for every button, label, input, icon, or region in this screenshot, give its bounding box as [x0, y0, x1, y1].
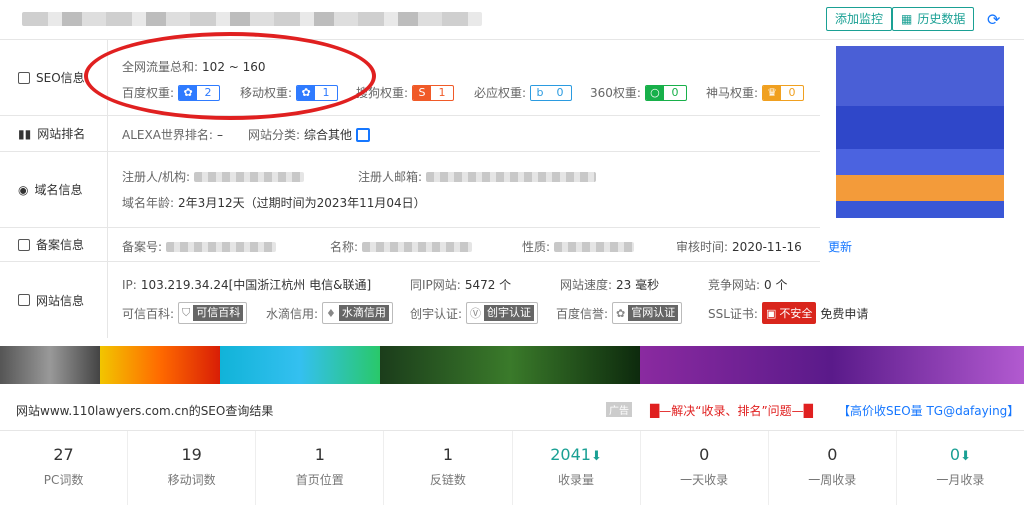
registrant-blurred: [194, 171, 305, 182]
stat-week-indexed[interactable]: 0 一周收录: [769, 431, 897, 505]
site-info-row: 网站信息 IP: 103.219.34.24[中国浙江杭州 电信&联通] 同IP网…: [0, 262, 868, 338]
document-icon: [18, 71, 30, 84]
icp-nature-blurred: [554, 241, 635, 252]
domain-age: 域名年龄: 2年3月12天（过期时间为2023年11月04日）: [122, 196, 426, 210]
sogou-weight-badge[interactable]: S1: [412, 84, 455, 101]
down-arrow-icon: ⬇: [960, 449, 971, 464]
stat-home-position[interactable]: 1 首页位置: [256, 431, 385, 505]
site-rank-label: ▮▮ 网站排名: [0, 116, 108, 151]
ssl-badge[interactable]: ▣ 不安全: [761, 302, 817, 324]
baidu-credit-badge[interactable]: ✿ 官网认证: [612, 302, 683, 324]
icp-name: 名称:: [330, 238, 473, 255]
ssl-cert: SSL证书: ▣ 不安全 免费申请: [708, 302, 868, 324]
domain-info-label: ◉ 域名信息: [0, 152, 108, 227]
360-icon: ○: [645, 85, 664, 100]
drop-icon: ♦: [326, 306, 336, 320]
ssl-apply-link[interactable]: 免费申请: [820, 305, 868, 322]
bing-weight-badge[interactable]: b0: [530, 84, 573, 101]
icp-name-blurred: [362, 241, 473, 252]
site-title-blurred: [22, 12, 482, 26]
bar-chart-icon: ▮▮: [18, 126, 32, 141]
red-circle-annotation: [84, 32, 376, 120]
ad-link-blue[interactable]: 【高价收SEO量 TG@dafaying】: [838, 402, 1019, 419]
edit-icon[interactable]: [356, 127, 371, 142]
trust-baike-badge[interactable]: ⛉ 可信百科: [178, 302, 248, 324]
trust-baike: 可信百科: ⛉ 可信百科: [122, 302, 248, 324]
calendar-icon: ▦: [901, 12, 913, 26]
add-monitor-button[interactable]: 添加监控: [826, 7, 893, 31]
icp-info-label: 备案信息: [0, 228, 108, 261]
icp-number: 备案号:: [122, 238, 277, 255]
icp-info-row: 备案信息 备案号: 名称: 性质: 审核时间: 2020-11-16 更新: [0, 228, 852, 262]
seo-stats: 27 PC词数 19 移动词数 1 首页位置 1 反链数 2041⬇ 收录量 0 一天收录 …: [0, 430, 1024, 505]
chuangyu-cert: 创宇认证: Ⓥ 创宇认证: [410, 302, 539, 324]
weight-360: 360权重: ○ 0: [590, 84, 687, 101]
alexa-rank: ALEXA世界排名: –: [122, 127, 223, 143]
site-rank-row: ▮▮ 网站排名 ALEXA世界排名: – 网站分类: 综合其他: [0, 116, 820, 152]
registrant-email: 注册人邮箱:: [358, 168, 597, 185]
v-icon: Ⓥ: [470, 307, 482, 320]
domain-info-row: ◉ 域名信息 注册人/机构: 注册人邮箱: 域名年龄: 2年3月12天（过期时间为2…: [0, 152, 820, 228]
ad-banner-blurred[interactable]: [0, 346, 1024, 384]
shield-icon: ⛉: [182, 306, 191, 319]
seo-result-title: 网站www.110lawyers.com.cn的SEO查询结果: [16, 404, 274, 418]
shenma-icon: ♛: [763, 85, 782, 100]
same-ip-sites: 同IP网站: 5472 个: [410, 278, 512, 292]
stat-backlinks[interactable]: 1 反链数: [384, 431, 513, 505]
competitor-sites: 竞争网站: 0 个: [708, 278, 788, 292]
stat-day-indexed[interactable]: 0 一天收录: [641, 431, 769, 505]
sogou-icon: S: [413, 85, 432, 100]
registrant: 注册人/机构:: [122, 168, 305, 185]
icp-more-link[interactable]: 更新: [828, 238, 852, 255]
360-weight-badge[interactable]: ○ 0: [644, 84, 687, 101]
icp-nature: 性质:: [522, 238, 635, 255]
baidu-credit: 百度信誉: ✿ 官网认证: [556, 302, 683, 324]
chuangyu-badge[interactable]: Ⓥ 创宇认证: [466, 302, 539, 324]
document-icon: [18, 294, 30, 306]
shenma-weight-badge[interactable]: ♛ 0: [762, 84, 805, 101]
email-blurred: [426, 171, 597, 182]
site-info-label: 网站信息: [0, 262, 108, 338]
top-bar: 添加监控 ▦ 历史数据 ⟳: [0, 0, 1024, 40]
bing-icon: b: [531, 85, 550, 100]
stat-pc-words[interactable]: 27 PC词数: [0, 431, 129, 505]
icp-review-time: 审核时间: 2020-11-16: [676, 239, 802, 255]
www-icon: ◉: [18, 182, 29, 197]
water-credit-badge[interactable]: ♦ 水滴信用: [322, 302, 393, 324]
history-data-button[interactable]: ▦ 历史数据: [892, 7, 975, 31]
site-category: 网站分类: 综合其他: [248, 126, 371, 143]
stat-indexed[interactable]: 2041⬇ 收录量: [513, 431, 641, 505]
water-credit: 水滴信用: ♦ 水滴信用: [266, 302, 393, 324]
weight-shenma: 神马权重: ♛ 0: [706, 84, 805, 101]
ad-link-red[interactable]: █—解决“收录、排名”问题—█: [650, 402, 813, 419]
icp-number-blurred: [166, 241, 277, 252]
stat-mobile-words[interactable]: 19 移动词数: [128, 431, 257, 505]
refresh-icon[interactable]: ⟳: [987, 10, 1000, 29]
history-label: 历史数据: [917, 12, 966, 26]
site-screenshot-blurred: [836, 46, 1004, 218]
down-arrow-icon: ⬇: [590, 449, 602, 464]
ssl-lock-icon: ▣: [765, 306, 777, 320]
stat-month-indexed[interactable]: 0⬇ 一月收录: [897, 431, 1024, 505]
ip-info: IP: 103.219.34.24[中国浙江杭州 电信&联通]: [122, 277, 372, 293]
ad-tag: 广告: [606, 402, 632, 417]
site-speed: 网站速度: 23 毫秒: [560, 278, 660, 292]
document-icon: [18, 238, 30, 251]
paw-icon: ✿: [616, 306, 626, 320]
weight-bing: 必应权重: b 0: [474, 84, 573, 101]
